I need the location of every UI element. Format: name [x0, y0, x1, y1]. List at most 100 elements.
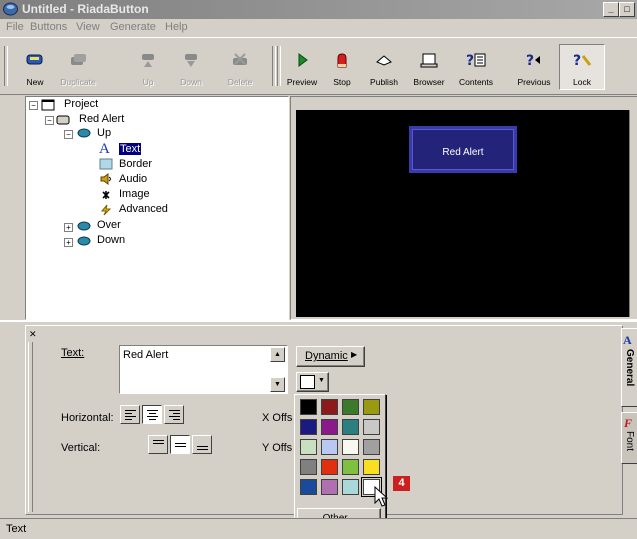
color-swatch[interactable] — [300, 439, 317, 455]
menu-view[interactable]: View — [76, 21, 100, 33]
preview-label: Preview — [286, 77, 318, 87]
align-left-button[interactable] — [120, 405, 140, 424]
tree-item-up[interactable]: Up — [97, 127, 111, 139]
dynamic-button[interactable]: Dynamic ▶ — [296, 346, 365, 367]
text-icon: A — [623, 333, 632, 347]
color-swatch[interactable] — [321, 439, 338, 455]
contents-icon: ? — [466, 53, 486, 69]
stop-hand-icon — [337, 53, 347, 68]
preview-button[interactable]: Preview — [280, 45, 324, 89]
tab-general-label: General — [624, 349, 635, 387]
lock-button[interactable]: ? Lock — [559, 44, 605, 90]
text-scroll-down[interactable]: ▼ — [270, 377, 285, 392]
tree-item-image[interactable]: Image — [119, 188, 150, 200]
color-swatch[interactable] — [342, 459, 359, 475]
svg-text:?: ? — [526, 53, 534, 69]
up-button[interactable]: Up — [126, 45, 170, 89]
previous-button[interactable]: ? Previous — [512, 45, 556, 89]
preview-button-render[interactable]: Red Alert — [409, 126, 517, 173]
tree-item-red-alert[interactable]: Red Alert — [79, 113, 124, 125]
tree-item-border[interactable]: Border — [119, 158, 152, 170]
previous-label: Previous — [517, 77, 551, 87]
over-state-icon — [77, 221, 91, 231]
align-top-button[interactable] — [148, 435, 168, 454]
publish-button[interactable]: Publish — [362, 45, 406, 89]
color-swatch[interactable] — [300, 399, 317, 415]
project-tree[interactable]: − Project − Red Alert − Up A Text Border… — [25, 96, 289, 320]
color-swatch[interactable] — [321, 479, 338, 495]
expand-down-toggle[interactable]: + — [64, 238, 73, 247]
delete-button[interactable]: Delete — [218, 45, 262, 89]
browser-button[interactable]: Browser — [407, 45, 451, 89]
minimize-button[interactable]: _ — [603, 2, 619, 17]
expand-over-toggle[interactable]: + — [64, 223, 73, 232]
toolbar-grip — [4, 46, 8, 86]
collapse-up-toggle[interactable]: − — [64, 130, 73, 139]
color-swatch[interactable] — [342, 419, 359, 435]
align-center-button[interactable] — [142, 405, 162, 424]
menu-buttons[interactable]: Buttons — [30, 21, 67, 33]
down-button[interactable]: Down — [169, 45, 213, 89]
button-icon — [56, 115, 70, 125]
tree-item-audio[interactable]: Audio — [119, 173, 147, 185]
lock-icon: ? — [573, 53, 592, 69]
toolbar-separator — [272, 46, 276, 86]
vertical-label: Vertical: — [61, 442, 101, 454]
browser-label: Browser — [413, 77, 445, 87]
svg-text:?: ? — [466, 53, 474, 69]
tab-font-label: Font — [624, 431, 635, 452]
color-swatch[interactable] — [321, 399, 338, 415]
color-swatch[interactable] — [363, 419, 380, 435]
tab-general[interactable]: A General — [621, 328, 637, 407]
tree-item-down[interactable]: Down — [97, 234, 125, 246]
align-middle-button[interactable] — [170, 435, 190, 454]
step-badge: 4 — [393, 476, 410, 491]
preview-scrollbar[interactable] — [629, 110, 637, 317]
color-swatch[interactable] — [300, 459, 317, 475]
border-icon — [99, 158, 113, 170]
y-offset-label: Y Offs — [262, 442, 293, 454]
up-state-icon — [77, 128, 91, 138]
tree-item-advanced[interactable]: Advanced — [119, 203, 168, 215]
delete-label: Delete — [227, 77, 253, 87]
color-swatch[interactable] — [363, 459, 380, 475]
audio-icon — [100, 173, 111, 185]
color-swatch[interactable] — [342, 439, 359, 455]
collapse-button-toggle[interactable]: − — [45, 116, 54, 125]
menu-file[interactable]: File — [6, 21, 24, 33]
color-swatch[interactable] — [363, 399, 380, 415]
align-bottom-button[interactable] — [192, 435, 212, 454]
color-dropdown[interactable]: ▼ — [296, 372, 329, 392]
dynamic-label: Dynamic — [305, 350, 348, 362]
tree-item-project[interactable]: Project — [64, 98, 98, 110]
align-right-button[interactable] — [164, 405, 184, 424]
cursor-arrow-icon — [374, 486, 389, 507]
menu-help[interactable]: Help — [165, 21, 188, 33]
new-icon — [26, 54, 43, 65]
window-title: Untitled - RiadaButton — [22, 2, 149, 16]
maximize-button[interactable]: □ — [619, 2, 635, 17]
title-bar: Untitled - RiadaButton _ □ — [0, 0, 637, 19]
color-swatch[interactable] — [300, 479, 317, 495]
color-swatch[interactable] — [342, 399, 359, 415]
contents-label: Contents — [458, 77, 494, 87]
duplicate-button[interactable]: Duplicate — [56, 45, 100, 89]
tab-font[interactable]: F Font — [621, 412, 637, 464]
color-swatch[interactable] — [342, 479, 359, 495]
text-scroll-up[interactable]: ▲ — [270, 347, 285, 362]
tree-item-over[interactable]: Over — [97, 219, 121, 231]
stop-button[interactable]: Stop — [320, 45, 364, 89]
color-swatch[interactable] — [321, 459, 338, 475]
tree-item-text[interactable]: Text — [119, 143, 142, 155]
menu-generate[interactable]: Generate — [110, 21, 156, 33]
collapse-project-toggle[interactable]: − — [29, 101, 38, 110]
down-label: Down — [180, 77, 202, 87]
color-swatch[interactable] — [363, 439, 380, 455]
contents-button[interactable]: ? Contents — [454, 45, 498, 89]
text-input[interactable]: Red Alert — [119, 345, 288, 394]
duplicate-label: Duplicate — [60, 77, 96, 87]
color-swatch[interactable] — [300, 419, 317, 435]
new-button[interactable]: New — [13, 45, 57, 89]
horizontal-label: Horizontal: — [61, 412, 114, 424]
color-swatch[interactable] — [321, 419, 338, 435]
